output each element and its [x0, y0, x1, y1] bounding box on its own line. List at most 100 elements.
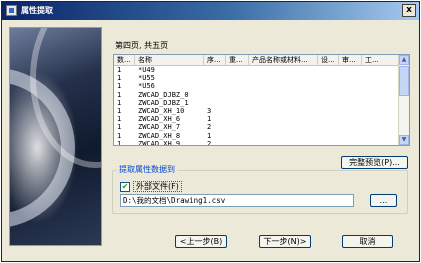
full-preview-button[interactable]: 完整预览(P)... — [341, 156, 408, 169]
table-cell — [204, 91, 226, 99]
table-cell — [204, 74, 226, 82]
scroll-up-icon[interactable]: ▲ — [399, 55, 409, 65]
table-cell: ZWCAD_DJBZ_1 — [138, 98, 189, 107]
table-row[interactable]: 1 *U56 — [114, 82, 399, 90]
table-row[interactable]: 1 ZWCAD_XH_8 1 — [114, 132, 399, 140]
table-cell — [249, 140, 318, 145]
attribute-list[interactable]: 数... 名称 序... 重... 产品名称或材料... 设... 审... 工… — [113, 54, 410, 146]
app-icon — [6, 5, 17, 16]
table-row[interactable]: 1 ZWCAD_XH_10 3 — [114, 107, 399, 115]
column-header[interactable]: 设... — [318, 55, 339, 66]
table-cell: 3 — [207, 106, 212, 115]
table-cell — [226, 82, 249, 90]
table-cell — [249, 132, 318, 140]
table-cell — [362, 74, 399, 82]
title-bar[interactable]: 属性提取 x — [2, 2, 419, 20]
table-cell — [362, 115, 399, 123]
browse-button[interactable]: ... — [370, 194, 397, 207]
table-cell — [204, 99, 226, 107]
table-cell — [226, 115, 249, 123]
table-cell — [362, 107, 399, 115]
table-cell — [318, 74, 339, 82]
back-button[interactable]: <上一步(B) — [175, 235, 227, 248]
extract-target-group — [112, 170, 408, 214]
table-row[interactable]: 1 ZWCAD_XH_9 2 — [114, 139, 399, 146]
table-row[interactable]: 1 ZWCAD_XH_6 1 — [114, 115, 399, 123]
table-cell — [226, 99, 249, 107]
table-cell — [362, 140, 399, 145]
table-cell — [362, 82, 399, 90]
table-row[interactable]: 1 ZWCAD_DJBZ_0 — [114, 91, 399, 99]
table-cell — [318, 140, 339, 145]
table-cell — [318, 132, 339, 140]
table-cell — [362, 91, 399, 99]
table-cell: 1 — [207, 115, 212, 124]
table-cell — [339, 91, 362, 99]
table-cell — [226, 123, 249, 131]
table-cell: 1 — [117, 82, 122, 91]
external-file-label[interactable]: 外部文件(F) — [133, 181, 182, 192]
table-cell — [318, 99, 339, 107]
table-row[interactable]: 1 ZWCAD_XH_7 2 — [114, 123, 399, 131]
table-cell — [249, 123, 318, 131]
table-cell — [226, 107, 249, 115]
table-cell: 1 — [117, 66, 122, 74]
table-cell — [318, 115, 339, 123]
table-cell: 1 — [117, 115, 122, 124]
table-cell — [226, 74, 249, 82]
vertical-scrollbar[interactable]: ▲ ▼ — [398, 55, 409, 145]
table-cell — [226, 66, 249, 74]
table-cell: 1 — [117, 139, 122, 146]
table-cell: 1 — [117, 98, 122, 107]
table-cell — [339, 123, 362, 131]
column-header[interactable]: 产品名称或材料... — [249, 55, 318, 66]
table-cell: 1 — [117, 90, 122, 99]
table-cell: *U55 — [138, 74, 155, 83]
table-cell: ZWCAD_DJBZ_0 — [138, 90, 189, 99]
table-cell — [249, 82, 318, 90]
cancel-button[interactable]: 取消 — [342, 235, 393, 248]
table-cell — [249, 66, 318, 74]
table-cell — [318, 123, 339, 131]
scroll-down-icon[interactable]: ▼ — [399, 135, 409, 145]
table-cell — [362, 132, 399, 140]
window-title: 属性提取 — [21, 6, 53, 15]
table-cell: ZWCAD_XH_10 — [138, 106, 185, 115]
table-row[interactable]: 1 ZWCAD_DJBZ_1 — [114, 99, 399, 107]
table-cell — [318, 107, 339, 115]
table-cell — [226, 91, 249, 99]
wizard-side-image — [9, 27, 102, 246]
column-header[interactable]: 工... — [362, 55, 399, 66]
table-cell — [362, 123, 399, 131]
table-cell — [339, 74, 362, 82]
table-row[interactable]: 1 *U55 — [114, 74, 399, 82]
table-cell — [362, 66, 399, 74]
table-cell — [318, 91, 339, 99]
scroll-thumb[interactable] — [399, 66, 409, 96]
group-title: 提取属性数据到 — [117, 165, 177, 175]
external-file-option[interactable]: ✔ 外部文件(F) — [120, 181, 182, 192]
close-button[interactable]: x — [402, 4, 416, 17]
external-file-checkbox[interactable]: ✔ — [120, 181, 130, 192]
table-cell — [204, 66, 226, 74]
table-cell — [226, 140, 249, 145]
table-cell — [339, 140, 362, 145]
table-cell: 1 — [117, 74, 122, 83]
table-row[interactable]: 1 *U49 — [114, 66, 399, 74]
column-header[interactable]: 名称 — [135, 55, 204, 66]
next-button[interactable]: 下一步(N)> — [259, 235, 311, 248]
table-cell — [226, 132, 249, 140]
column-header[interactable]: 重... — [226, 55, 249, 66]
table-cell: ZWCAD_XH_7 — [138, 123, 181, 132]
output-path-field[interactable]: D:\我的文档\Drawing1.csv — [120, 194, 354, 207]
table-cell: *U49 — [138, 66, 155, 74]
column-header[interactable]: 审... — [339, 55, 362, 66]
table-cell — [339, 132, 362, 140]
column-header[interactable]: 序... — [204, 55, 226, 66]
table-cell — [249, 74, 318, 82]
column-header[interactable]: 数... — [114, 55, 135, 66]
table-cell: ZWCAD_XH_8 — [138, 131, 181, 140]
table-cell: 2 — [207, 123, 212, 132]
table-cell — [318, 66, 339, 74]
table-cell — [339, 99, 362, 107]
